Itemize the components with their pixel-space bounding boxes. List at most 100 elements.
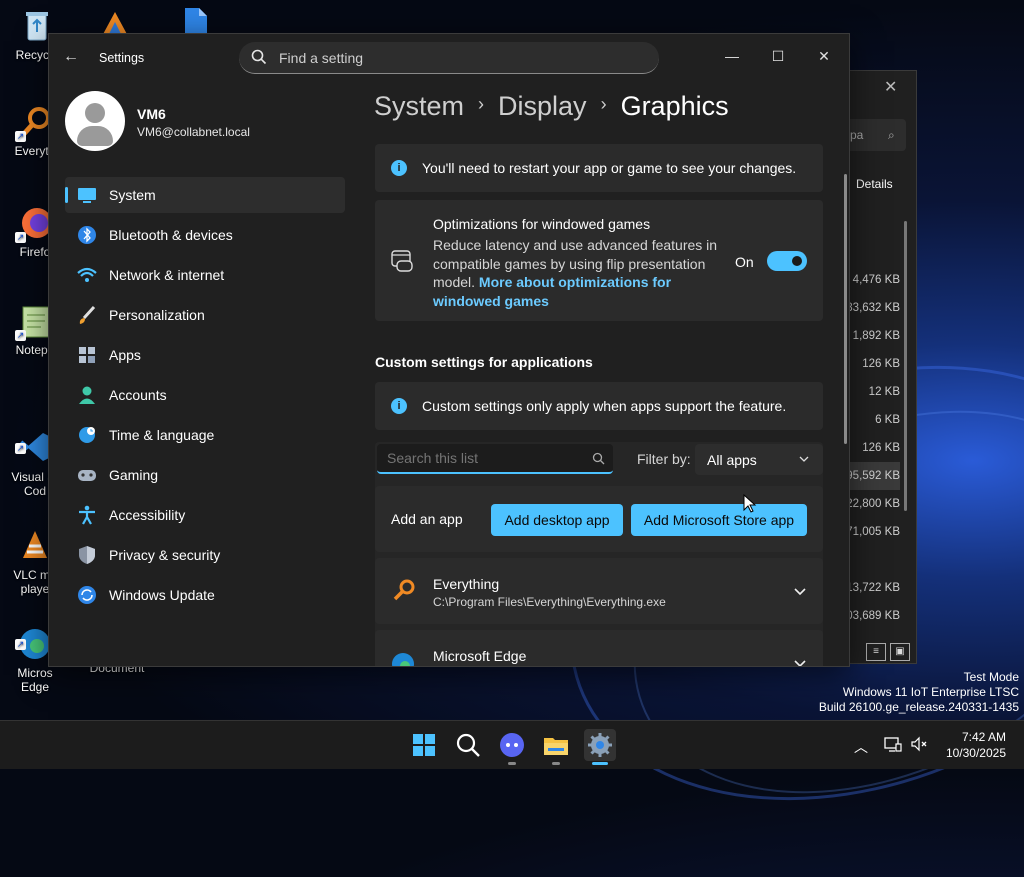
- taskbar-file-explorer[interactable]: [540, 729, 572, 765]
- shortcut-arrow-icon: ↗: [15, 131, 26, 142]
- close-icon[interactable]: ✕: [884, 77, 897, 97]
- accessibility-icon: [79, 505, 95, 525]
- settings-window: ← Settings — ☐ ✕ VM6 VM6@collabnet.local…: [48, 33, 850, 667]
- restart-notice-card: i You'll need to restart your app or gam…: [375, 144, 823, 192]
- everything-search-icon: [393, 579, 415, 601]
- bluetooth-icon: [78, 226, 96, 244]
- chevron-down-icon[interactable]: [793, 657, 807, 667]
- user-name: VM6: [137, 106, 166, 122]
- search-icon: ⌕: [888, 128, 895, 142]
- breadcrumb-display[interactable]: Display: [498, 91, 587, 121]
- details-view-icon[interactable]: ≡: [866, 643, 886, 661]
- breadcrumb-graphics: Graphics: [620, 91, 729, 121]
- discord-icon: [500, 733, 524, 757]
- sidebar-item-label: Windows Update: [109, 587, 215, 603]
- sidebar-item-label: Accessibility: [109, 507, 186, 523]
- sidebar-item-system[interactable]: System: [65, 177, 345, 213]
- desktop-icon-label: Micros Edge: [17, 666, 53, 694]
- view-buttons: ≡ ▣: [866, 641, 914, 661]
- shortcut-arrow-icon: ↗: [15, 232, 26, 243]
- taskbar-settings[interactable]: [584, 729, 616, 765]
- running-indicator: [552, 762, 560, 765]
- background-search-box[interactable]: pa ⌕: [846, 119, 906, 151]
- app-entry-edge[interactable]: Microsoft Edge: [375, 630, 823, 667]
- shortcut-arrow-icon: ↗: [15, 639, 26, 650]
- add-desktop-app-button[interactable]: Add desktop app: [491, 504, 623, 536]
- sidebar-item-apps[interactable]: Apps: [65, 337, 345, 373]
- custom-notice-text: Custom settings only apply when apps sup…: [422, 398, 787, 414]
- find-setting-search[interactable]: [239, 42, 659, 74]
- running-indicator: [592, 762, 608, 765]
- sidebar-item-accessibility[interactable]: Accessibility: [65, 497, 345, 533]
- taskbar-search-button[interactable]: [452, 729, 484, 761]
- edge-icon: [392, 653, 414, 666]
- sidebar-item-personalization[interactable]: Personalization: [65, 297, 345, 333]
- search-input[interactable]: [277, 42, 641, 74]
- shortcut-arrow-icon: ↗: [15, 330, 26, 341]
- maximize-button[interactable]: ☐: [755, 40, 801, 72]
- mouse-cursor-icon: [743, 494, 757, 513]
- volume-mute-icon[interactable]: [910, 735, 928, 753]
- sidebar-item-label: Gaming: [109, 467, 159, 483]
- brush-icon: [79, 305, 96, 324]
- start-button[interactable]: [408, 729, 440, 761]
- gamepad-icon: [78, 470, 96, 481]
- accounts-icon: [79, 386, 95, 404]
- details-tab[interactable]: Details: [856, 177, 893, 191]
- sidebar-item-gaming[interactable]: Gaming: [65, 457, 345, 493]
- sidebar-nav: System Bluetooth & devices Network & int…: [65, 177, 345, 617]
- avatar: [65, 91, 125, 151]
- taskbar-discord[interactable]: [496, 729, 528, 765]
- system-clock[interactable]: 7:42 AM 10/30/2025: [946, 729, 1006, 761]
- sidebar-item-label: Personalization: [109, 307, 205, 323]
- filter-dropdown[interactable]: All apps: [695, 444, 823, 475]
- close-button[interactable]: ✕: [801, 40, 847, 72]
- windowed-games-title: Optimizations for windowed games: [433, 216, 651, 232]
- sidebar-item-label: Bluetooth & devices: [109, 227, 233, 243]
- chevron-down-icon: [799, 456, 809, 462]
- back-arrow-icon[interactable]: ←: [63, 48, 79, 66]
- minimize-button[interactable]: —: [709, 40, 755, 72]
- user-email: VM6@collabnet.local: [137, 125, 250, 139]
- search-text: pa: [850, 128, 864, 142]
- content-scrollbar[interactable]: [844, 174, 847, 444]
- sidebar-item-label: System: [109, 187, 156, 203]
- windowed-games-toggle[interactable]: [767, 251, 807, 271]
- watermark-line: Windows 11 IoT Enterprise LTSC: [842, 685, 1019, 699]
- custom-settings-heading: Custom settings for applications: [375, 354, 593, 370]
- app-name: Everything: [433, 576, 500, 592]
- breadcrumb-system[interactable]: System: [374, 91, 464, 121]
- windowed-game-icon: [391, 250, 413, 272]
- filter-label: Filter by:: [637, 451, 691, 467]
- watermark-line: Test Mode: [963, 670, 1019, 684]
- system-icon: [78, 188, 96, 203]
- update-icon: [78, 586, 96, 604]
- search-icon: [456, 733, 480, 757]
- chevron-down-icon[interactable]: [793, 585, 807, 599]
- sidebar-item-network[interactable]: Network & internet: [65, 257, 345, 293]
- sidebar-item-label: Apps: [109, 347, 141, 363]
- add-app-label: Add an app: [391, 511, 463, 527]
- sidebar-item-label: Time & language: [109, 427, 215, 443]
- wifi-icon: [77, 267, 97, 282]
- app-entry-everything[interactable]: Everything C:\Program Files\Everything\E…: [375, 558, 823, 624]
- sidebar-item-bluetooth[interactable]: Bluetooth & devices: [65, 217, 345, 253]
- scrollbar[interactable]: [904, 221, 907, 511]
- add-store-app-button[interactable]: Add Microsoft Store app: [631, 504, 807, 536]
- sidebar-item-time-language[interactable]: Time & language: [65, 417, 345, 453]
- tiles-view-icon[interactable]: ▣: [890, 643, 910, 661]
- chevron-up-icon[interactable]: ︿: [854, 737, 868, 757]
- windowed-games-card: Optimizations for windowed games Reduce …: [375, 200, 823, 321]
- active-indicator: [65, 187, 68, 203]
- test-mode-watermark: Test Mode Windows 11 IoT Enterprise LTSC…: [819, 670, 1019, 715]
- app-name: Microsoft Edge: [433, 648, 527, 664]
- sidebar-item-privacy[interactable]: Privacy & security: [65, 537, 345, 573]
- list-search-box[interactable]: [377, 444, 613, 474]
- list-search-input[interactable]: [385, 449, 589, 467]
- sidebar-item-windows-update[interactable]: Windows Update: [65, 577, 345, 613]
- windowed-games-desc: Reduce latency and use advanced features…: [433, 236, 718, 310]
- sidebar-item-accounts[interactable]: Accounts: [65, 377, 345, 413]
- info-icon: i: [391, 160, 407, 176]
- taskbar: ︿ 7:42 AM 10/30/2025: [0, 720, 1024, 769]
- network-icon[interactable]: [884, 735, 902, 753]
